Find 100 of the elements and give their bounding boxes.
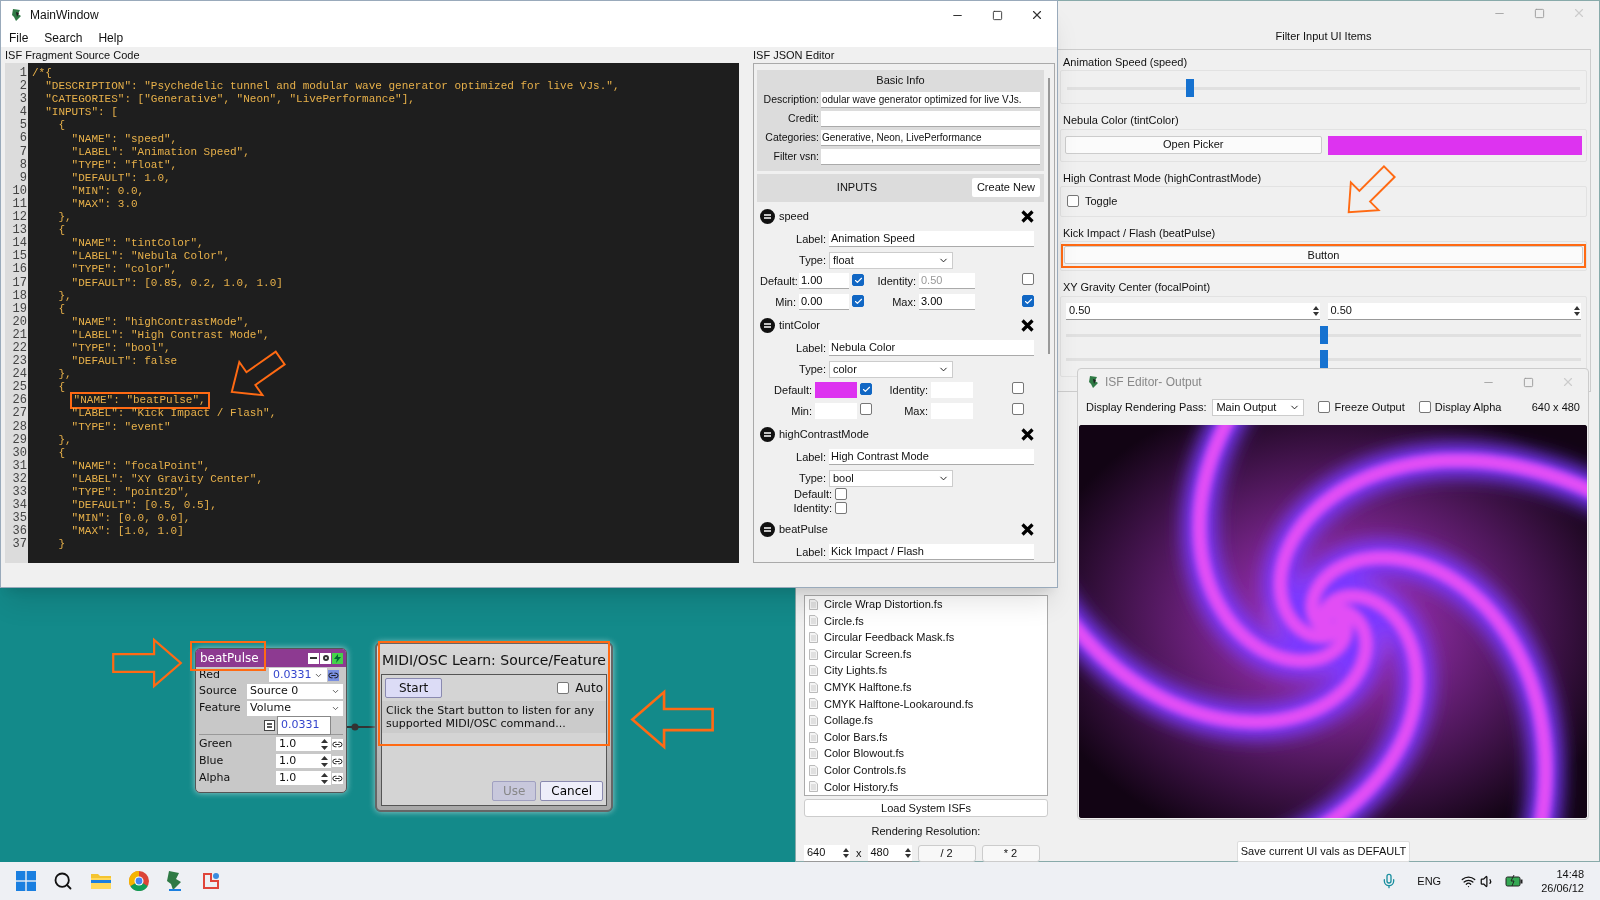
open-picker-button[interactable]: Open Picker <box>1065 135 1322 154</box>
line-number: 11 <box>12 197 27 211</box>
number-field[interactable]: 1.00 <box>799 273 849 289</box>
app-icon[interactable] <box>166 870 184 892</box>
type-dropdown[interactable]: color <box>829 360 953 378</box>
gauge-icon[interactable] <box>320 652 331 664</box>
shader-list-item[interactable]: Circle Wrap Distortion.fs <box>824 596 943 613</box>
checkbox[interactable] <box>1012 381 1024 394</box>
double-button[interactable]: * 2 <box>981 844 1040 862</box>
slider-thumb[interactable] <box>1319 349 1328 368</box>
text-field[interactable]: Generative, Neon, LivePerformance <box>821 129 1040 146</box>
spin-box[interactable]: 1.0 <box>275 771 332 785</box>
slider-thumb[interactable] <box>1186 79 1195 97</box>
checkbox[interactable] <box>852 274 864 287</box>
shader-list-item[interactable]: Circular Screen.fs <box>824 645 912 663</box>
battery-icon[interactable] <box>1505 875 1524 887</box>
code-editor[interactable] <box>5 63 739 563</box>
text-field[interactable]: Kick Impact / Flash <box>829 544 1034 560</box>
checkbox[interactable] <box>1012 402 1024 415</box>
start-button[interactable]: Start <box>385 678 443 698</box>
lightning-icon[interactable] <box>332 652 343 664</box>
search-icon[interactable] <box>53 871 73 891</box>
checkbox[interactable] <box>1022 295 1034 308</box>
spin-arrows-icon[interactable] <box>903 846 912 859</box>
pass-dropdown[interactable]: Main Output <box>1212 398 1305 416</box>
spin-box[interactable]: 1.0 <box>275 754 332 768</box>
code-line: "LABEL": "Animation Speed", <box>70 144 251 160</box>
menu-item[interactable]: File <box>9 29 29 47</box>
dialog-button[interactable]: Cancel <box>540 781 603 801</box>
app-icon[interactable] <box>201 871 221 891</box>
start-icon[interactable] <box>16 871 36 891</box>
drag-handle-icon[interactable] <box>760 427 775 442</box>
checkbox[interactable] <box>860 402 872 415</box>
spin-arrows-icon[interactable] <box>842 846 850 859</box>
menu-item[interactable]: Search <box>44 29 83 47</box>
text-field[interactable] <box>821 148 1040 165</box>
shader-list-item[interactable]: CMYK Halftone-Lookaround.fs <box>824 695 974 713</box>
checkbox[interactable] <box>835 488 847 500</box>
line-number: 19 <box>12 302 27 316</box>
text-field[interactable]: odular wave generator optimized for live VJs. <box>821 91 1040 108</box>
text-field[interactable]: Nebula Color <box>829 340 1034 356</box>
clock-time[interactable]: 14:48 <box>1556 867 1584 881</box>
drag-handle-icon[interactable] <box>760 522 775 537</box>
wifi-icon[interactable] <box>1461 873 1477 889</box>
text-field[interactable]: Animation Speed <box>829 231 1034 247</box>
dropdown[interactable]: Volume <box>247 701 343 716</box>
checkbox[interactable] <box>852 295 864 308</box>
drag-handle-icon[interactable] <box>760 318 775 333</box>
spin-box[interactable]: 640 <box>804 844 850 862</box>
shader-list-item[interactable]: Color Blowout.fs <box>824 745 905 762</box>
spin-box[interactable]: 1.0 <box>275 737 332 751</box>
shader-list-item[interactable]: Collage.fs <box>824 712 873 729</box>
number-field[interactable]: 0.00 <box>799 294 849 310</box>
color-swatch[interactable] <box>815 382 857 398</box>
spin-arrows-icon[interactable] <box>1311 304 1320 317</box>
clock-date[interactable]: 26/06/12 <box>1541 881 1584 895</box>
shader-list-item[interactable]: Color Bars.fs <box>824 728 888 746</box>
dropdown[interactable]: Source 0 <box>247 684 343 699</box>
number-field[interactable]: 3.00 <box>919 294 975 310</box>
load-system-isfs-button[interactable]: Load System ISFs <box>804 799 1048 818</box>
delete-icon[interactable] <box>1021 428 1034 441</box>
event-button[interactable]: Button <box>1064 246 1583 264</box>
input-name: tintColor <box>779 318 820 334</box>
delete-icon[interactable] <box>1021 210 1034 223</box>
maximize-icon[interactable] <box>991 9 1003 21</box>
spin-box[interactable]: 480 <box>867 844 912 862</box>
file-icon <box>809 698 818 710</box>
shader-list-item[interactable]: CMYK Halftone.fs <box>824 679 912 696</box>
save-default-button[interactable]: Save current UI vals as DEFAULT <box>1236 841 1411 862</box>
delete-icon[interactable] <box>1021 523 1034 536</box>
checkbox[interactable] <box>557 682 570 694</box>
collapse-icon[interactable] <box>308 652 319 664</box>
slider-thumb[interactable] <box>1319 325 1328 344</box>
checkbox[interactable] <box>1318 401 1331 413</box>
spin-arrows-icon[interactable] <box>1573 304 1581 317</box>
text-field[interactable] <box>821 110 1040 127</box>
shader-list-item[interactable]: Circle.fs <box>824 612 864 630</box>
browser-icon[interactable] <box>129 871 149 891</box>
shader-list-item[interactable]: Color Controls.fs <box>824 762 906 779</box>
close-icon[interactable] <box>1030 8 1044 22</box>
shader-list-item[interactable]: City Lights.fs <box>824 662 887 679</box>
shader-list-item[interactable]: Circular Feedback Mask.fs <box>824 629 955 646</box>
spin-box[interactable]: 0.50 <box>1327 302 1581 320</box>
checkbox[interactable] <box>835 502 847 514</box>
spin-box[interactable]: 0.50 <box>1066 302 1320 320</box>
value-field[interactable]: 0.0331 <box>269 668 327 682</box>
half-button[interactable]: / 2 <box>917 844 976 862</box>
shader-list-item[interactable]: Color History.fs <box>824 778 899 796</box>
type-dropdown[interactable]: bool <box>829 469 953 487</box>
checkbox[interactable] <box>1067 195 1079 208</box>
checkbox[interactable] <box>860 383 872 396</box>
folder-icon[interactable] <box>90 872 112 890</box>
menu-item[interactable]: Help <box>98 29 124 47</box>
text-field[interactable]: High Contrast Mode <box>829 449 1034 465</box>
language-indicator[interactable]: ENG <box>1417 872 1442 890</box>
delete-icon[interactable] <box>1021 319 1034 332</box>
create-new-button[interactable]: Create New <box>971 178 1040 197</box>
drag-handle-icon[interactable] <box>760 209 775 224</box>
checkbox[interactable] <box>1418 401 1431 413</box>
type-dropdown[interactable]: float <box>829 251 953 269</box>
